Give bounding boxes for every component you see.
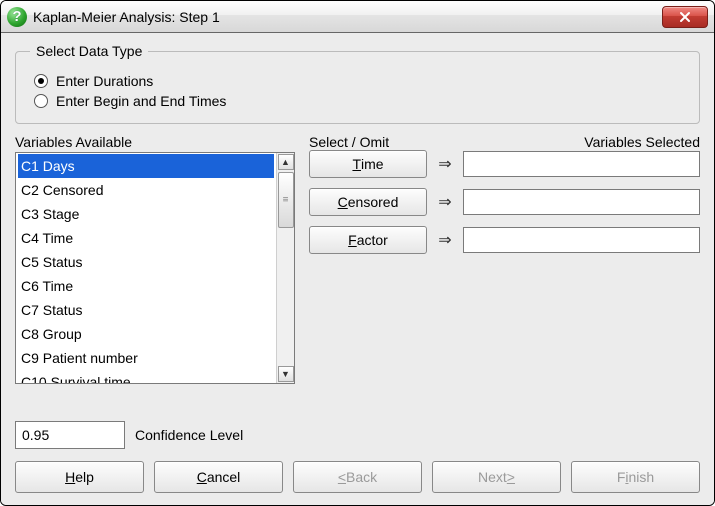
scrollbar[interactable]: ▲ ▼	[276, 153, 294, 383]
button-row: Help Cancel < Back Next > Finish	[15, 461, 700, 493]
list-item[interactable]: C1 Days	[18, 154, 274, 178]
list-item[interactable]: C8 Group	[18, 322, 274, 346]
arrow-icon: ⇒	[435, 154, 455, 174]
dialog-window: Kaplan-Meier Analysis: Step 1 Select Dat…	[0, 0, 715, 506]
factor-button[interactable]: Factor	[309, 226, 427, 254]
list-item[interactable]: C2 Censored	[18, 178, 274, 202]
cancel-button[interactable]: Cancel	[154, 461, 283, 493]
list-item[interactable]: C4 Time	[18, 226, 274, 250]
list-item[interactable]: C5 Status	[18, 250, 274, 274]
variables-selected-label: Variables Selected	[584, 134, 700, 150]
radio-icon	[34, 94, 48, 108]
assign-time-row: Time ⇒	[309, 150, 700, 178]
select-omit-label: Select / Omit	[309, 134, 389, 150]
list-item[interactable]: C6 Time	[18, 274, 274, 298]
back-button[interactable]: < Back	[293, 461, 422, 493]
help-icon	[7, 7, 27, 27]
left-column: Variables Available C1 Days C2 Censored …	[15, 134, 295, 411]
assign-rows: Time ⇒ Censored ⇒ Factor	[309, 150, 700, 254]
right-header: Select / Omit Variables Selected	[309, 134, 700, 150]
client-area: Select Data Type Enter Durations Enter B…	[1, 33, 714, 505]
scroll-thumb[interactable]	[278, 172, 294, 228]
time-field[interactable]	[463, 151, 700, 177]
censored-field[interactable]	[463, 189, 700, 215]
variables-listbox[interactable]: C1 Days C2 Censored C3 Stage C4 Time C5 …	[15, 152, 295, 384]
censored-button[interactable]: Censored	[309, 188, 427, 216]
arrow-icon: ⇒	[435, 230, 455, 250]
list-item[interactable]: C3 Stage	[18, 202, 274, 226]
middle-area: Variables Available C1 Days C2 Censored …	[15, 134, 700, 411]
time-button[interactable]: Time	[309, 150, 427, 178]
finish-button[interactable]: Finish	[571, 461, 700, 493]
data-type-legend: Select Data Type	[30, 43, 148, 59]
data-type-group: Select Data Type Enter Durations Enter B…	[15, 43, 700, 124]
list-item[interactable]: C7 Status	[18, 298, 274, 322]
radio-icon	[34, 74, 48, 88]
factor-field[interactable]	[463, 227, 700, 253]
close-button[interactable]	[662, 6, 708, 28]
list-item[interactable]: C9 Patient number	[18, 346, 274, 370]
close-icon	[679, 11, 691, 23]
radio-enter-durations[interactable]: Enter Durations	[34, 73, 685, 89]
arrow-icon: ⇒	[435, 192, 455, 212]
confidence-label: Confidence Level	[135, 427, 243, 443]
radio-label: Enter Begin and End Times	[56, 93, 226, 109]
radio-label: Enter Durations	[56, 73, 153, 89]
assign-censored-row: Censored ⇒	[309, 188, 700, 216]
confidence-input[interactable]	[15, 421, 125, 449]
assign-factor-row: Factor ⇒	[309, 226, 700, 254]
list-item[interactable]: C10 Survival time	[18, 370, 274, 383]
help-button[interactable]: Help	[15, 461, 144, 493]
right-column: Select / Omit Variables Selected Time ⇒ …	[309, 134, 700, 411]
radio-enter-begin-end[interactable]: Enter Begin and End Times	[34, 93, 685, 109]
variables-list: C1 Days C2 Censored C3 Stage C4 Time C5 …	[16, 153, 276, 383]
next-button[interactable]: Next >	[432, 461, 561, 493]
confidence-row: Confidence Level	[15, 421, 700, 449]
variables-available-label: Variables Available	[15, 134, 295, 150]
window-title: Kaplan-Meier Analysis: Step 1	[33, 9, 662, 25]
scroll-down-button[interactable]: ▼	[278, 366, 294, 382]
title-bar: Kaplan-Meier Analysis: Step 1	[1, 1, 714, 33]
scroll-up-button[interactable]: ▲	[278, 154, 294, 170]
